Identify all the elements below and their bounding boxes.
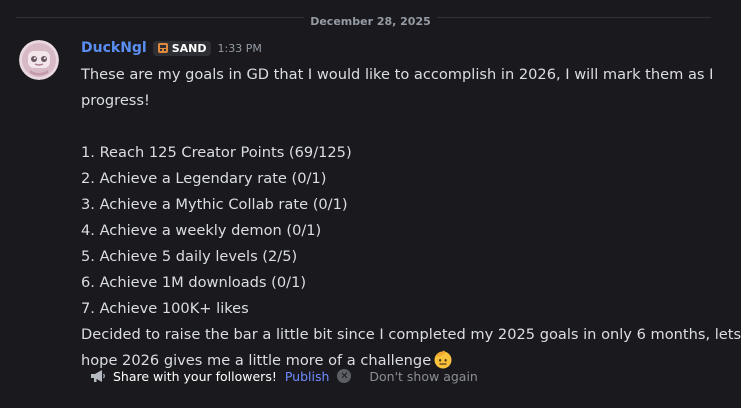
intro-line-2: progress! (81, 92, 150, 109)
avatar[interactable] (19, 40, 59, 80)
megaphone-icon (91, 370, 105, 382)
intro-line-1: These are my goals in GD that I would li… (81, 66, 714, 83)
dont-show-again-link[interactable]: Don't show again (369, 369, 477, 384)
sand-tag-icon (157, 43, 168, 53)
goal-item: 2. Achieve a Legendary rate (0/1) (81, 170, 327, 187)
message-content: These are my goals in GD that I would li… (81, 62, 741, 374)
saluting-face-emoji[interactable] (433, 349, 453, 369)
guild-tag-label: SAND (171, 41, 207, 55)
publish-link[interactable]: Publish (285, 369, 330, 384)
date-divider: December 28, 2025 (0, 10, 741, 29)
avatar-image (19, 40, 59, 80)
goal-list: 1. Reach 125 Creator Points (69/125) 2. … (81, 140, 701, 322)
share-prompt-text: Share with your followers! (113, 368, 277, 384)
chat-view: December 28, 2025 DuckNgl SAND 1:33 PM T… (0, 0, 741, 408)
message-timestamp[interactable]: 1:33 PM (218, 42, 262, 55)
date-divider-label: December 28, 2025 (304, 15, 437, 28)
message: DuckNgl SAND 1:33 PM These are my goals … (81, 40, 741, 374)
guild-tag[interactable]: SAND (152, 40, 211, 56)
goal-item: 3. Achieve a Mythic Collab rate (0/1) (81, 196, 348, 213)
username[interactable]: DuckNgl (81, 40, 147, 56)
goal-item: 1. Reach 125 Creator Points (69/125) (81, 144, 352, 161)
message-header: DuckNgl SAND 1:33 PM (81, 40, 701, 56)
outro-line-1: Decided to raise the bar a little bit si… (81, 326, 741, 343)
goal-item: 7. Achieve 100K+ likes (81, 300, 249, 317)
share-prompt: Share with your followers! Publish ✕ Don… (89, 367, 478, 385)
goal-item: 5. Achieve 5 daily levels (2/5) (81, 248, 298, 265)
goal-item: 6. Achieve 1M downloads (0/1) (81, 274, 307, 291)
close-icon[interactable]: ✕ (337, 369, 352, 383)
goal-item: 4. Achieve a weekly demon (0/1) (81, 222, 322, 239)
